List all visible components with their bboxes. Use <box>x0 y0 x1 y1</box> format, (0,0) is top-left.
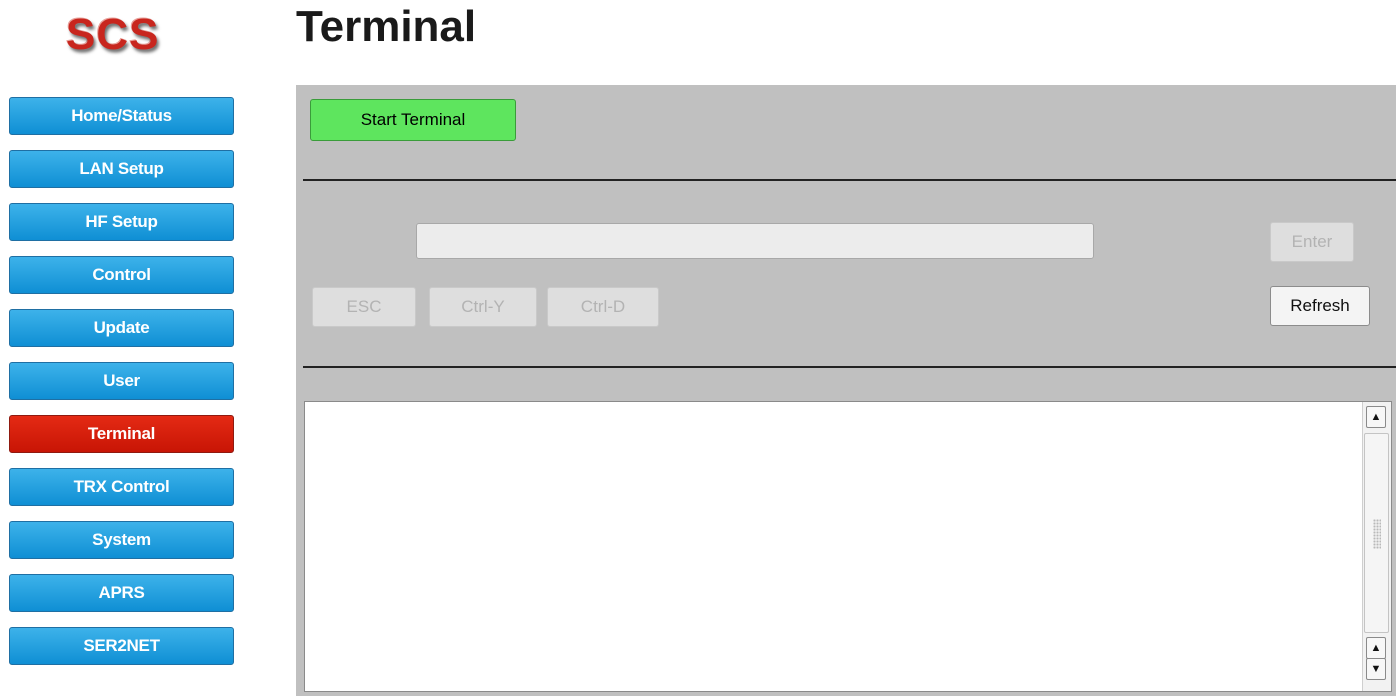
divider-bottom <box>303 366 1396 368</box>
nav-user[interactable]: User <box>9 362 234 400</box>
arrow-down-icon[interactable]: ▼ <box>1366 658 1386 680</box>
refresh-button[interactable]: Refresh <box>1270 286 1370 326</box>
ctrl-y-button[interactable]: Ctrl-Y <box>429 287 537 327</box>
scrollbar-thumb[interactable] <box>1364 433 1389 633</box>
terminal-panel: Start Terminal Enter ESC Ctrl-Y Ctrl-D R… <box>296 85 1396 696</box>
nav-control[interactable]: Control <box>9 256 234 294</box>
start-terminal-button[interactable]: Start Terminal <box>310 99 516 141</box>
arrow-up-icon[interactable]: ▲ <box>1366 406 1386 428</box>
nav-trx-control[interactable]: TRX Control <box>9 468 234 506</box>
nav-home-status[interactable]: Home/Status <box>9 97 234 135</box>
nav-system[interactable]: System <box>9 521 234 559</box>
enter-button[interactable]: Enter <box>1270 222 1354 262</box>
nav-update[interactable]: Update <box>9 309 234 347</box>
nav-ser2net[interactable]: SER2NET <box>9 627 234 665</box>
nav-lan-setup[interactable]: LAN Setup <box>9 150 234 188</box>
arrow-up-icon[interactable]: ▲ <box>1366 637 1386 659</box>
grip-icon <box>1373 519 1381 549</box>
nav-aprs[interactable]: APRS <box>9 574 234 612</box>
page-title: Terminal <box>296 2 477 51</box>
output-scrollbar[interactable]: ▲ ▲ ▼ <box>1362 402 1391 691</box>
terminal-output[interactable]: ▲ ▲ ▼ <box>304 401 1392 692</box>
divider-top <box>303 179 1396 181</box>
scs-logo: SCS <box>66 10 160 59</box>
command-input[interactable] <box>416 223 1094 259</box>
sidebar-nav: Home/Status LAN Setup HF Setup Control U… <box>9 97 235 680</box>
esc-button[interactable]: ESC <box>312 287 416 327</box>
ctrl-d-button[interactable]: Ctrl-D <box>547 287 659 327</box>
nav-terminal[interactable]: Terminal <box>9 415 234 453</box>
nav-hf-setup[interactable]: HF Setup <box>9 203 234 241</box>
